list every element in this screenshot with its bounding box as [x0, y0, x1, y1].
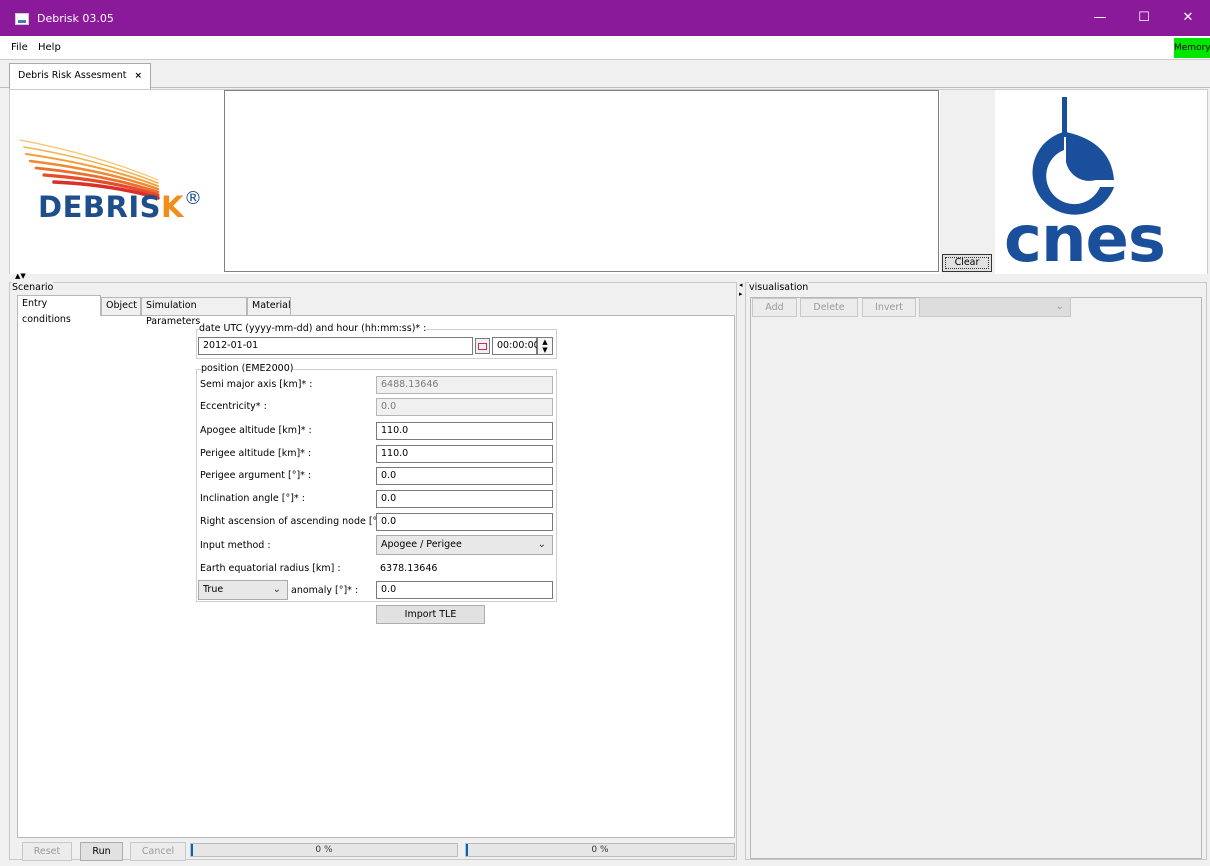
scenario-title: Scenario: [12, 282, 54, 293]
minimize-button[interactable]: —: [1078, 0, 1122, 36]
window-title: Debrisk 03.05: [37, 12, 114, 25]
semi-major-axis-field[interactable]: 6488.13646: [376, 376, 553, 394]
progress-bar-2-fill: [466, 844, 468, 856]
invert-button[interactable]: Invert: [862, 298, 916, 317]
cancel-button[interactable]: Cancel: [130, 842, 186, 861]
field-label-eccentricity: Eccentricity* :: [200, 401, 267, 412]
raan-field[interactable]: 0.0: [376, 513, 553, 531]
menu-file[interactable]: File: [11, 42, 28, 53]
date-field[interactable]: 2012-01-01: [198, 337, 473, 355]
time-spinner[interactable]: ▲ ▼: [537, 337, 553, 355]
earth-radius-value: 6378.13646: [380, 563, 438, 574]
clear-button[interactable]: Clear: [942, 254, 992, 272]
import-tle-button[interactable]: Import TLE: [376, 605, 485, 624]
field-label-apogee-altitude: Apogee altitude [km]* :: [200, 425, 312, 436]
delete-button[interactable]: Delete: [800, 298, 858, 317]
field-label-raan: Right ascension of ascending node [°]* :: [200, 516, 392, 527]
splitter-arrows-icon[interactable]: ▲▼: [15, 272, 26, 280]
chevron-down-icon: ⌄: [1055, 301, 1064, 312]
inclination-angle-field[interactable]: 0.0: [376, 490, 553, 508]
reset-button[interactable]: Reset: [22, 842, 72, 861]
chevron-down-icon: ⌄: [537, 539, 546, 550]
horizontal-splitter[interactable]: ▲▼: [9, 272, 1208, 280]
tab-object[interactable]: Object: [101, 297, 141, 315]
progress-bar-1-text: 0 %: [315, 845, 333, 855]
app-icon: [15, 13, 29, 25]
anomaly-type-select[interactable]: True ⌄: [198, 580, 288, 600]
tab-material[interactable]: Material: [247, 297, 291, 315]
debrisk-wordmark: DEBRISK®: [38, 188, 203, 224]
anomaly-type-value: True: [203, 584, 224, 595]
field-label-perigee-altitude: Perigee altitude [km]* :: [200, 448, 312, 459]
progress-bar-1: 0 %: [190, 843, 458, 857]
tab-label: Debris Risk Assesment: [18, 70, 127, 81]
document-tab-strip: Debris Risk Assesment ×: [0, 61, 1210, 89]
tab-entry-conditions[interactable]: Entry conditions: [17, 295, 101, 325]
calendar-icon[interactable]: [475, 338, 490, 354]
tab-simulation-parameters[interactable]: Simulation Parameters: [141, 297, 247, 327]
field-label-semi-major-axis: Semi major axis [km]* :: [200, 379, 313, 390]
position-group-label: position (EME2000): [201, 363, 294, 374]
memory-indicator[interactable]: Memory: [1174, 38, 1210, 58]
perigee-altitude-field[interactable]: 110.0: [376, 445, 553, 463]
progress-bar-2: 0 %: [465, 843, 735, 857]
close-button[interactable]: ✕: [1166, 0, 1210, 36]
tab-debris-risk-assesment[interactable]: Debris Risk Assesment ×: [9, 63, 151, 89]
apogee-altitude-field[interactable]: 110.0: [376, 422, 553, 440]
menu-bar: File Help: [0, 36, 1210, 60]
progress-bar-1-fill: [191, 844, 193, 856]
close-tab-icon[interactable]: ×: [134, 71, 142, 81]
title-bar: Debrisk 03.05 — ☐ ✕: [0, 0, 1210, 36]
vertical-splitter-arrows-icon[interactable]: ◂ ▸: [739, 281, 743, 299]
debrisk-logo: DEBRISK®: [18, 135, 218, 235]
visualisation-dropdown[interactable]: ⌄: [919, 297, 1071, 317]
chevron-down-icon: ⌄: [272, 584, 281, 595]
field-label-inclination-angle: Inclination angle [°]* :: [200, 493, 305, 504]
add-button[interactable]: Add: [752, 298, 797, 317]
perigee-argument-field[interactable]: 0.0: [376, 467, 553, 485]
field-label-perigee-argument: Perigee argument [°]* :: [200, 470, 312, 481]
progress-bar-2-text: 0 %: [591, 845, 609, 855]
input-method-label: Input method :: [200, 540, 271, 551]
earth-radius-label: Earth equatorial radius [km] :: [200, 563, 341, 574]
console-output[interactable]: [224, 90, 939, 272]
input-method-select[interactable]: Apogee / Perigee ⌄: [376, 535, 553, 555]
visualisation-title: visualisation: [749, 282, 809, 293]
visualisation-content: [750, 297, 1202, 859]
time-field[interactable]: 00:00:00: [492, 337, 540, 355]
run-button[interactable]: Run: [80, 842, 123, 861]
cnes-wordmark: cnes: [1004, 203, 1166, 277]
menu-help[interactable]: Help: [38, 42, 61, 53]
anomaly-label: anomaly [°]* :: [291, 585, 359, 596]
input-method-value: Apogee / Perigee: [381, 539, 462, 550]
anomaly-field[interactable]: 0.0: [376, 581, 553, 599]
date-group-label: date UTC (yyyy-mm-dd) and hour (hh:mm:ss…: [199, 323, 427, 334]
cnes-logo: cnes: [996, 92, 1206, 277]
eccentricity-field[interactable]: 0.0: [376, 398, 553, 416]
maximize-button[interactable]: ☐: [1122, 0, 1166, 36]
clear-area: [940, 90, 995, 274]
